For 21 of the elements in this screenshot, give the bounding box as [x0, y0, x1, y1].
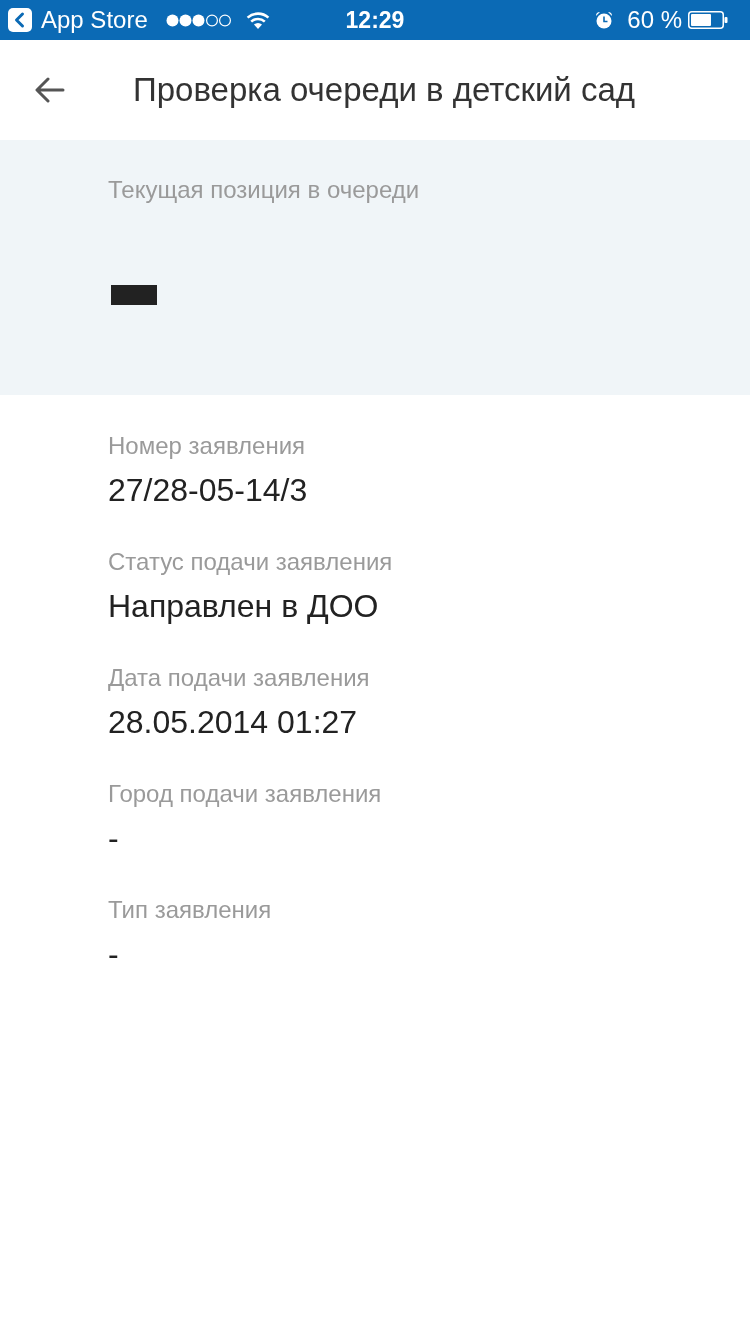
field-label: Город подачи заявления [108, 779, 382, 809]
queue-position-label: Текущая позиция в очереди [108, 175, 420, 205]
field-value: 28.05.2014 01:27 [108, 703, 358, 742]
field-label: Тип заявления [108, 895, 272, 925]
back-arrow-icon [35, 77, 65, 103]
field-label: Номер заявления [108, 431, 306, 461]
page-title: Проверка очереди в детский сад [133, 70, 636, 110]
signal-strength-icon [165, 13, 232, 27]
field-label: Статус подачи заявления [108, 547, 393, 577]
back-to-app-icon[interactable] [8, 8, 32, 32]
field-value: Направлен в ДОО [108, 587, 379, 626]
wifi-icon [245, 11, 270, 29]
status-time: 12:29 [345, 6, 405, 34]
battery-percent: 60 % [627, 6, 682, 34]
field-value: - [108, 935, 119, 974]
field-value: 27/28-05-14/3 [108, 471, 308, 510]
field-value: - [108, 819, 119, 858]
battery-icon [688, 11, 728, 29]
field-label: Дата подачи заявления [108, 663, 370, 693]
alarm-clock-icon [595, 11, 614, 29]
back-app-label[interactable]: App Store [41, 6, 148, 34]
